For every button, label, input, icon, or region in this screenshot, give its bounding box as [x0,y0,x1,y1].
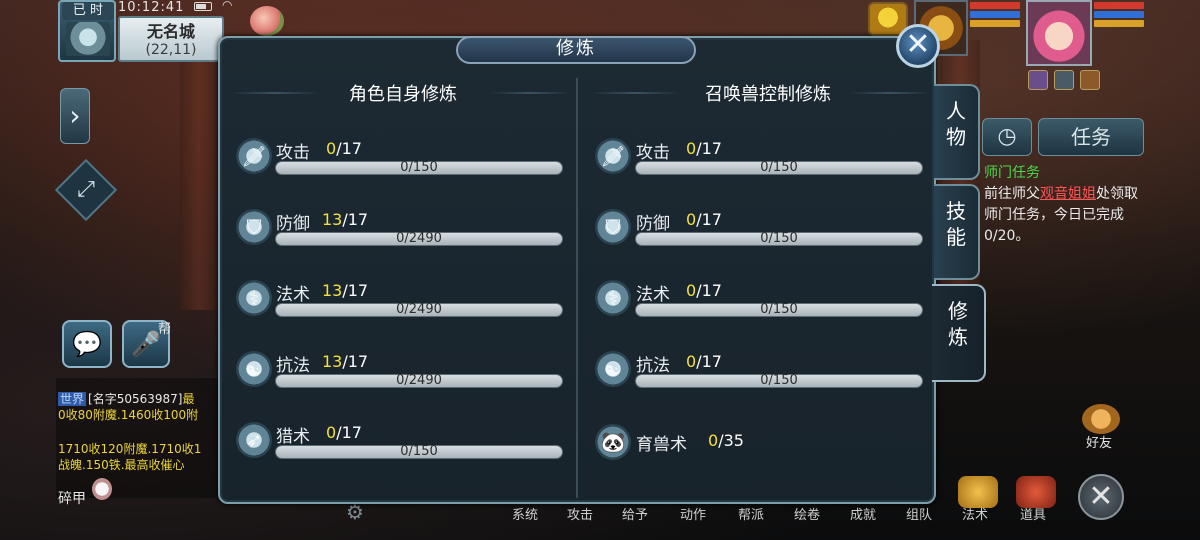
task-button[interactable]: 任务 [1038,118,1144,156]
tab-label: 修炼 [948,299,968,349]
cultivation-progress-text: 0/2490 [396,231,442,246]
cultivation-level: 0/35 [708,431,744,450]
tab-cultivation[interactable]: 修炼 [932,284,986,382]
cultivation-level: 13/17 [322,210,369,229]
cultivation-level: 0/17 [686,352,722,371]
cultivation-level: 0/17 [686,139,722,158]
armor-status-icon [92,478,112,500]
panda-icon: 🐼 [595,424,631,460]
system-clock: 10:12:41 [118,0,185,15]
bottom-menu-action[interactable]: 动作 [680,504,706,523]
bottom-menu-achievement[interactable]: 成就 [850,504,876,523]
quest-text: 前往师父 [984,186,1040,202]
clock-icon[interactable]: ◷ [982,118,1032,156]
cultivation-progress-text: 0/150 [760,373,798,388]
bottom-menu-item[interactable]: 道具 [1020,504,1046,523]
battery-icon [194,2,212,11]
panel-title: 修炼 [556,38,596,59]
yin-yang-icon: ☯ [236,351,272,387]
close-icon[interactable]: ✕ [896,24,940,68]
cultivation-level: 13/17 [322,352,369,371]
cultivation-level: 13/17 [322,281,369,300]
bottom-menu-scroll[interactable]: 绘卷 [794,504,820,523]
cultivation-label: 攻击 [636,143,670,163]
quest-title[interactable]: 师门任务 [984,162,1040,182]
buff-icon[interactable] [1028,70,1048,90]
cultivation-label: 防御 [636,214,670,234]
world-channel-tag: 世界 [58,392,87,406]
player-avatar[interactable] [1026,0,1092,66]
cultivation-progress-text: 0/150 [400,160,438,175]
cultivation-label: 抗法 [276,356,310,376]
scene-pillar [180,60,218,310]
tab-character[interactable]: 人物 [934,84,980,180]
cultivation-label: 法术 [636,285,670,305]
tab-label: 人物 [946,99,966,149]
cultivation-label: 法术 [276,285,310,305]
staff-icon: ⚕ [595,280,631,316]
chat-sender[interactable]: [名字50563987] [88,392,182,406]
self-cultivation-title: 角色自身修炼 [349,84,457,105]
game-time-tag: 已 时 [62,2,114,20]
cultivation-progress-text: 0/150 [760,160,798,175]
chat-line: 世界 [名字50563987]最 [58,390,224,407]
bottom-menu-system[interactable]: 系统 [512,504,538,523]
staff-icon: ⚕ [236,280,272,316]
chat-line: 0收80附魔.1460收100附 [58,408,199,422]
sword-icon: 🗡 [595,138,631,174]
voice-channel-tag: 帮 [158,322,172,337]
cultivation-level: 0/17 [326,139,362,158]
cultivation-level: 0/17 [686,210,722,229]
bottom-menu-give[interactable]: 给予 [622,504,648,523]
expand-left-arrow-icon[interactable]: › [60,88,90,144]
cultivation-label: 育兽术 [636,435,687,455]
cultivation-progress-text: 0/150 [400,444,438,459]
cultivation-progress-text: 0/2490 [396,302,442,317]
bow-icon: ➶ [236,422,272,458]
player-status-bars [1094,2,1144,29]
bottom-menu-attack[interactable]: 攻击 [567,504,593,523]
cultivation-progress-text: 0/150 [760,302,798,317]
yin-yang-icon: ☯ [595,351,631,387]
shield-icon: ⛉ [236,209,272,245]
friend-label[interactable]: 好友 [1086,432,1112,451]
minimap-image [66,22,110,56]
tab-skills[interactable]: 技能 [934,184,980,280]
cultivation-level: 0/17 [326,423,362,442]
summon-status-bars [970,2,1020,29]
city-name: 无名城 [146,22,195,41]
cultivation-progress-text: 0/2490 [396,373,442,388]
quest-description[interactable]: 前往师父观音姐姐处领取师门任务，今日已完成0/20。 [984,184,1144,247]
map-coordinates: (22,11) [145,42,197,58]
bottom-menu-team[interactable]: 组队 [906,504,932,523]
handshake-icon[interactable] [1082,404,1120,434]
cultivation-label: 攻击 [276,143,310,163]
sword-icon: 🗡 [236,138,272,174]
peach-event-icon[interactable] [250,6,284,36]
chat-button[interactable]: 💬 [62,320,112,368]
cultivation-label: 抗法 [636,356,670,376]
cultivation-level: 0/17 [686,281,722,300]
bottom-menu-guild[interactable]: 帮派 [738,504,764,523]
close-hud-button[interactable]: ✕ [1078,474,1124,520]
tab-label: 技能 [946,199,966,249]
cultivation-progress-text: 0/150 [760,231,798,246]
cultivation-label: 防御 [276,214,310,234]
summon-cultivation-title: 召唤兽控制修炼 [705,84,831,105]
quest-npc-link[interactable]: 观音姐姐 [1040,186,1096,202]
buff-icon[interactable] [1080,70,1100,90]
chat-line: 1710收120附魔.1710收1 [58,442,202,456]
bottom-menu-spell[interactable]: 法术 [962,504,988,523]
expand-arrows-icon: ⤢ [77,177,95,202]
chat-text: 最 [182,392,195,406]
buff-icon[interactable] [1054,70,1074,90]
cultivation-label: 猎术 [276,427,310,447]
section-divider [576,78,578,498]
chat-line: 战魄.150铁.最高收催心 [58,458,185,472]
wifi-icon: ◠ [222,0,233,12]
shield-icon: ⛉ [595,209,631,245]
armor-status-label: 碎甲 [58,491,86,507]
